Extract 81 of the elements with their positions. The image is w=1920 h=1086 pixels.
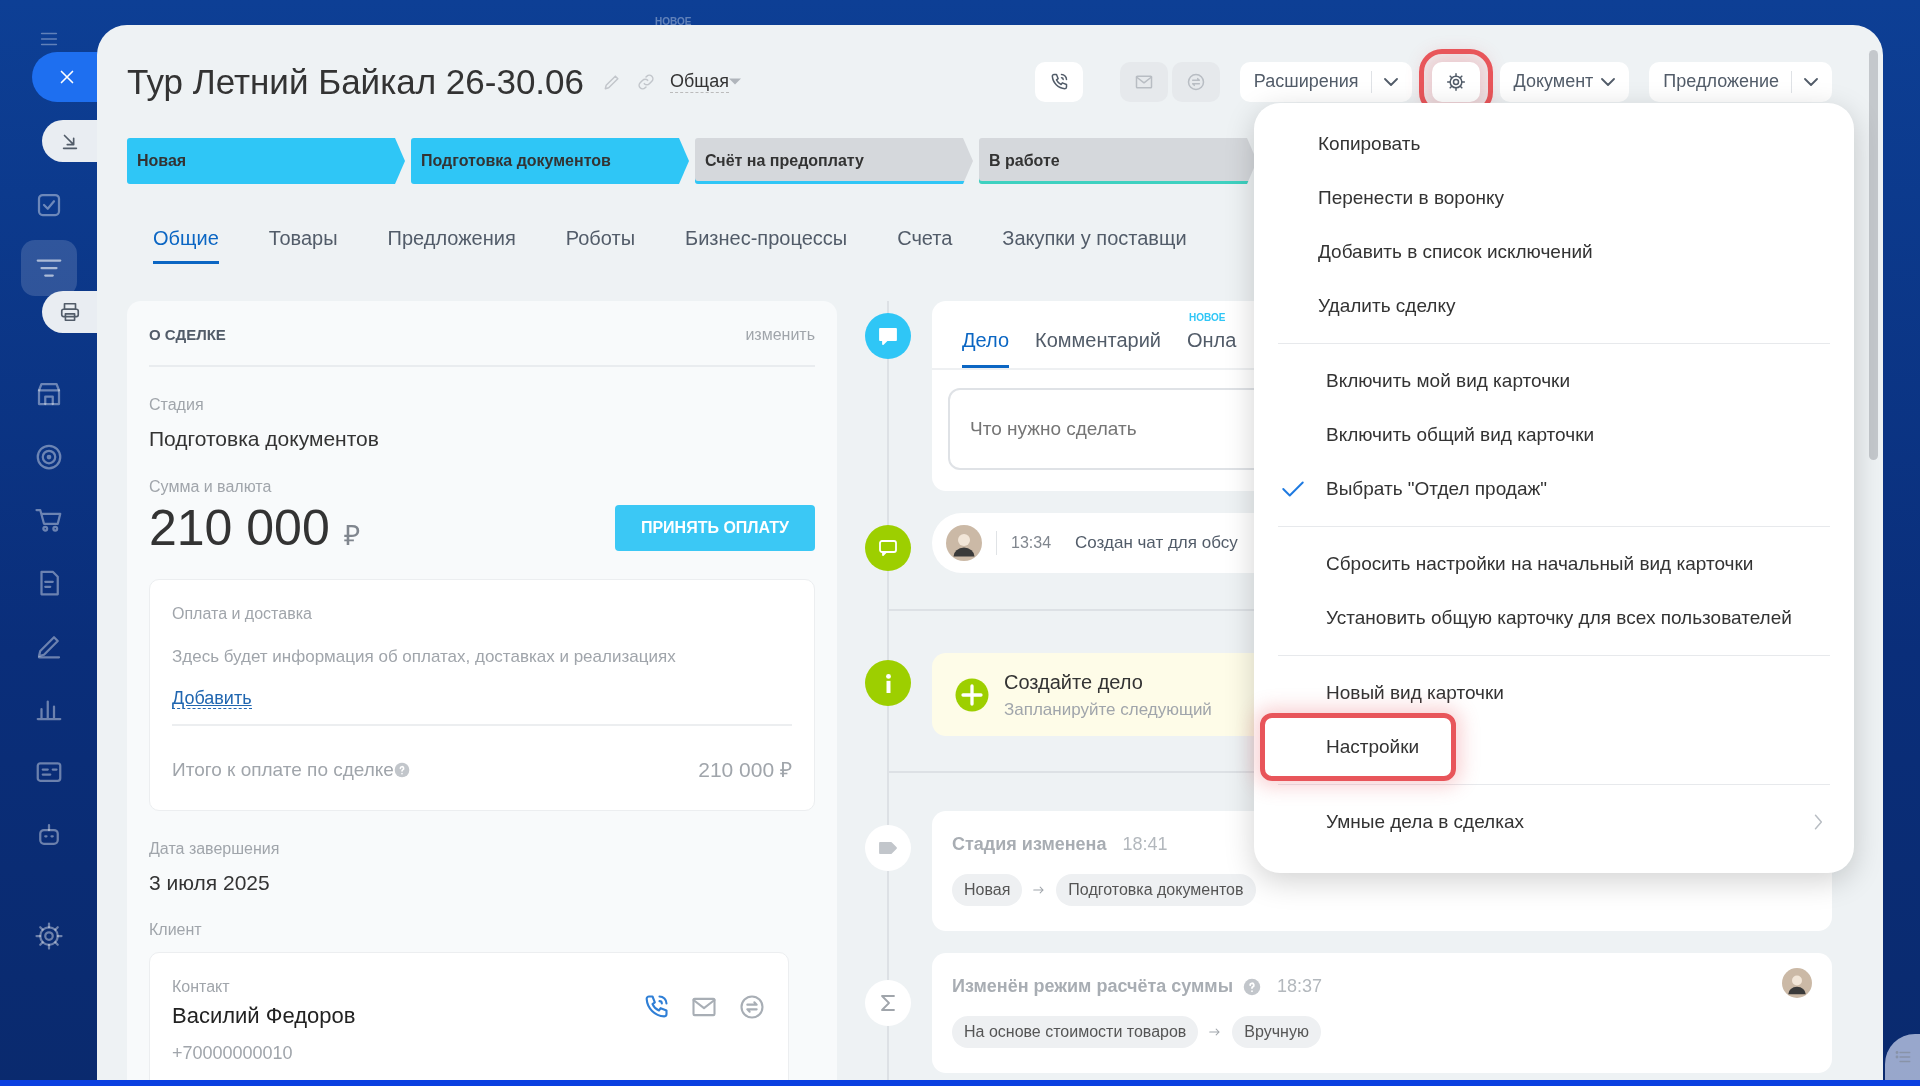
- field-value: Подготовка документов: [149, 426, 380, 452]
- event-text: Создан чат для обсу: [1075, 532, 1238, 555]
- help-icon: [393, 761, 410, 778]
- caret-icon: [1383, 77, 1398, 86]
- avatar-icon: [946, 525, 982, 561]
- info-icon: [884, 673, 892, 693]
- contact-phone: +70000000010: [172, 1042, 294, 1065]
- event-time: 18:41: [1122, 833, 1168, 856]
- stage-step[interactable]: Счёт на предоплату: [695, 138, 973, 184]
- tab[interactable]: Бизнес-процессы: [685, 223, 848, 264]
- menu-item[interactable]: Включить общий вид карточки: [1254, 408, 1854, 462]
- split-button[interactable]: Расширения: [1239, 61, 1412, 102]
- caret-icon: [1804, 77, 1818, 86]
- menu-item[interactable]: Установить общую карточку для всех пользователей: [1254, 591, 1854, 645]
- status-chip: Вручную: [1232, 1016, 1321, 1048]
- new-label: НОВОЕ: [1189, 311, 1226, 325]
- dropdown-button[interactable]: Документ: [1499, 61, 1630, 102]
- event-title: Стадия изменена: [952, 833, 1107, 856]
- menu-item[interactable]: Настройки: [1254, 720, 1854, 774]
- field-label: Дата завершения: [149, 838, 281, 859]
- todo-subtitle: Запланируйте следующий: [1004, 698, 1212, 721]
- stage-step[interactable]: Подготовка документов: [411, 138, 689, 184]
- event-time: 13:34: [1011, 533, 1052, 553]
- chat-icon[interactable]: [738, 993, 766, 1021]
- deal-title: Тур Летний Байкал 26-30.06: [127, 60, 585, 103]
- currency-symbol: ₽: [343, 518, 360, 553]
- status-chip: На основе стоимости товаров: [952, 1016, 1199, 1048]
- nav-item[interactable]: [20, 240, 77, 296]
- tab[interactable]: Дело: [962, 325, 1010, 368]
- tab[interactable]: Комментарий: [1035, 325, 1161, 368]
- contact-name: Василий Федоров: [172, 1002, 356, 1030]
- menu-item[interactable]: Выбрать "Отдел продаж": [1254, 462, 1854, 516]
- menu-item[interactable]: Добавить в список исключений: [1254, 225, 1854, 279]
- panel-title: Оплата и доставка: [172, 603, 313, 624]
- menu-item[interactable]: Удалить сделку: [1254, 279, 1854, 333]
- total-value: 210 000 ₽: [698, 757, 792, 783]
- status-chip: Новая: [952, 874, 1023, 906]
- tab[interactable]: Счета: [897, 223, 953, 264]
- add-link[interactable]: Добавить: [172, 688, 252, 709]
- settings-icon: [1445, 70, 1466, 93]
- menu-item[interactable]: Сбросить настройки на начальный вид карточки: [1254, 537, 1854, 591]
- widget-button[interactable]: [1885, 1034, 1920, 1080]
- link-icon: [636, 71, 657, 92]
- field-label: Сумма и валюта: [149, 476, 273, 497]
- tab[interactable]: Закупки у поставщи: [1002, 223, 1187, 264]
- menu-item[interactable]: Умные дела в сделках: [1254, 795, 1854, 849]
- field-value: 3 июля 2025: [149, 869, 271, 896]
- printer-icon: [58, 301, 81, 323]
- amount-value: 210 000: [149, 498, 330, 557]
- settings-icon: [33, 921, 64, 951]
- tab[interactable]: Общие: [153, 223, 219, 264]
- category-selector[interactable]: Общая: [670, 70, 729, 93]
- tab[interactable]: Предложения: [387, 223, 516, 264]
- menu-item[interactable]: Новый вид карточки: [1254, 666, 1854, 720]
- info-text: Здесь будет информация об оплатах, доставках и реализациях: [172, 645, 677, 668]
- plus-icon: [954, 676, 990, 713]
- tab[interactable]: Товары: [268, 223, 338, 264]
- section-title: О СДЕЛКЕ: [149, 324, 226, 345]
- total-label: Итого к оплате по сделке: [172, 757, 394, 782]
- field-label: Клиент: [149, 920, 203, 940]
- tab[interactable]: Роботы: [565, 223, 636, 264]
- menu-item[interactable]: Перенести в воронку: [1254, 171, 1854, 225]
- background-label: НОВОЕ: [655, 16, 692, 27]
- menu-item[interactable]: Копировать: [1254, 117, 1854, 171]
- event-title: Изменён режим расчёта суммы: [952, 975, 1234, 998]
- stage-step[interactable]: Новая: [127, 138, 405, 184]
- print-button[interactable]: [42, 291, 97, 333]
- tab[interactable]: Онла: [1187, 325, 1237, 368]
- menu-item[interactable]: Включить мой вид карточки: [1254, 354, 1854, 408]
- field-label: Стадия: [149, 395, 205, 415]
- todo-title: Создайте дело: [1004, 669, 1144, 695]
- status-chip: Подготовка документов: [1056, 874, 1256, 906]
- split-button[interactable]: Предложение: [1649, 61, 1832, 102]
- stage-step[interactable]: В работе: [979, 138, 1257, 184]
- contact-type-label: Контакт: [172, 977, 231, 997]
- caret-icon: [728, 78, 741, 85]
- collapse-button[interactable]: [42, 120, 97, 162]
- phone-button[interactable]: [1034, 61, 1083, 102]
- event-time: 18:37: [1277, 975, 1323, 998]
- caret-icon: [1601, 77, 1616, 86]
- scrollbar-thumb[interactable]: [1869, 50, 1878, 460]
